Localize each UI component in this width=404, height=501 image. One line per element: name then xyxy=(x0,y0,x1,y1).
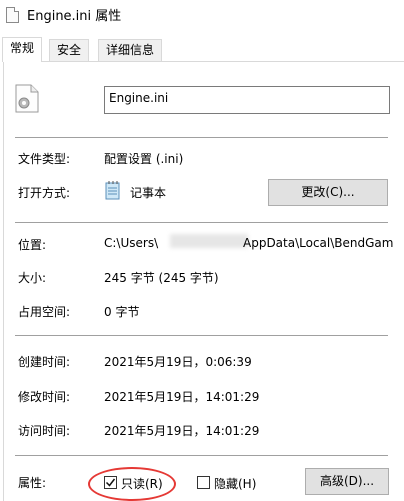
tab-general[interactable]: 常规 xyxy=(2,37,43,62)
tab-security[interactable]: 安全 xyxy=(49,39,90,61)
disk-size-label: 占用空间: xyxy=(18,305,71,319)
opens-with-value: 记事本 xyxy=(130,186,167,200)
attributes-label: 属性: xyxy=(18,476,47,490)
created-value: 2021年5月19日，0:06:39 xyxy=(104,355,252,369)
config-file-icon xyxy=(15,84,39,113)
separator xyxy=(15,335,388,336)
notepad-icon xyxy=(105,181,120,200)
location-value-suffix: AppData\Local\BendGam xyxy=(243,236,394,250)
separator xyxy=(15,137,388,138)
window-title: Engine.ini 属性 xyxy=(27,9,122,24)
accessed-value: 2021年5月19日，14:01:29 xyxy=(104,424,260,438)
tab-strip: 常规 安全 详细信息 xyxy=(0,37,404,62)
location-label: 位置: xyxy=(18,238,47,252)
document-icon xyxy=(6,7,19,23)
filename-field[interactable]: Engine.ini xyxy=(104,86,390,114)
size-value: 245 字节 (245 字节) xyxy=(104,271,219,285)
highlight-circle xyxy=(88,467,176,501)
type-value: 配置设置 (.ini) xyxy=(104,152,184,166)
modified-value: 2021年5月19日，14:01:29 xyxy=(104,390,260,404)
change-button[interactable]: 更改(C)... xyxy=(268,179,388,206)
redacted-username xyxy=(170,234,248,248)
title-bar: Engine.ini 属性 xyxy=(0,0,404,31)
advanced-button[interactable]: 高级(D)... xyxy=(305,468,389,495)
accessed-label: 访问时间: xyxy=(18,424,71,438)
tab-details[interactable]: 详细信息 xyxy=(98,39,163,61)
created-label: 创建时间: xyxy=(18,355,71,369)
disk-size-value: 0 字节 xyxy=(104,305,140,319)
hidden-checkbox[interactable] xyxy=(197,476,210,489)
modified-label: 修改时间: xyxy=(18,390,71,404)
separator xyxy=(15,455,388,456)
opens-with-label: 打开方式: xyxy=(18,186,71,200)
type-label: 文件类型: xyxy=(18,152,71,166)
hidden-label[interactable]: 隐藏(H) xyxy=(214,475,256,492)
separator xyxy=(15,222,388,223)
size-label: 大小: xyxy=(18,271,47,285)
location-value-prefix: C:\Users\ xyxy=(104,236,159,250)
